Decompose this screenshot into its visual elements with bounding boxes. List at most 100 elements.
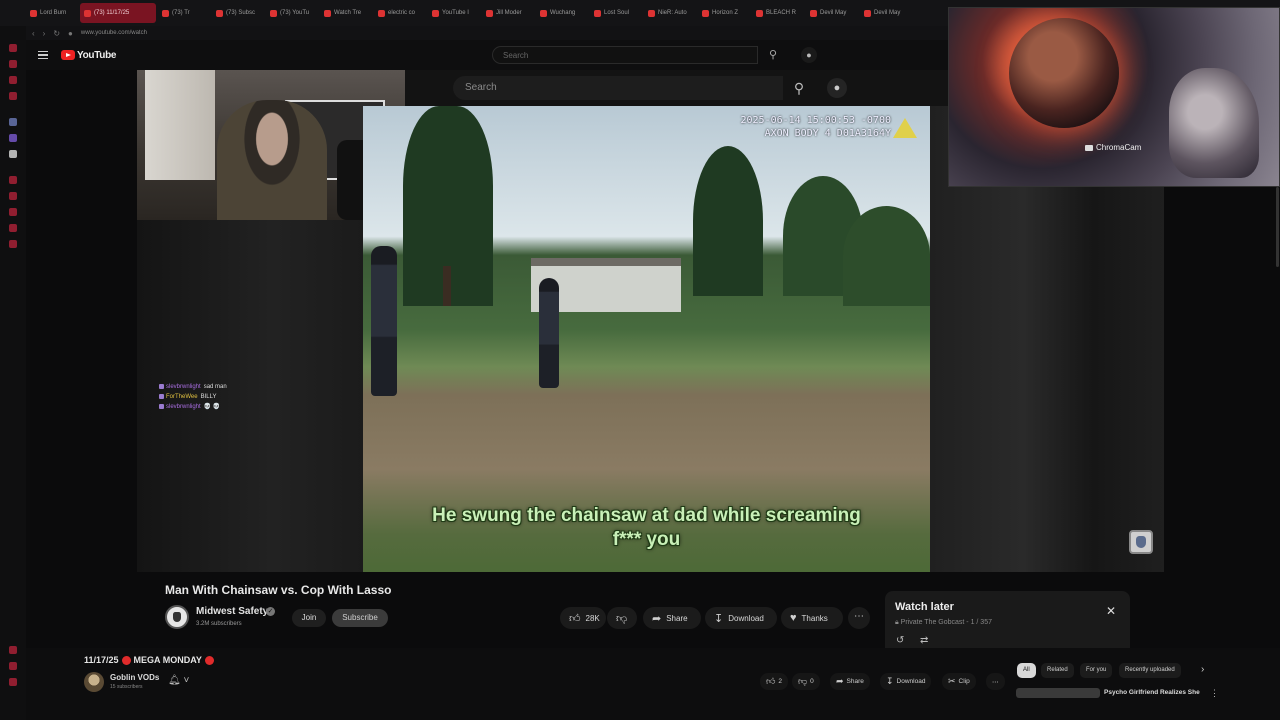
browser-tab[interactable]: Lord Burn [26, 3, 78, 23]
sidebar-app-icon[interactable] [9, 176, 17, 184]
browser-tab[interactable]: (73) Subsc [212, 3, 264, 23]
search-icon[interactable]: ⚲ [761, 46, 785, 64]
back-icon[interactable]: ‹ [32, 29, 35, 38]
tab-label: YouTube I [442, 10, 469, 16]
browser-tab[interactable]: Devil May [860, 3, 912, 23]
channel-watermark-icon[interactable] [1129, 530, 1153, 554]
streamer [217, 100, 327, 220]
loop-icon[interactable]: ↺ [896, 635, 904, 646]
sidebar-app-icon[interactable] [9, 240, 17, 248]
youtube-header: YouTube Search ⚲ ● [26, 40, 948, 70]
more-actions-icon[interactable]: ⋯ [848, 607, 870, 629]
channel-avatar[interactable] [165, 605, 189, 629]
video-player[interactable]: 2025-06-14 15:00:53 -0700 AXON BODY 4 D0… [363, 106, 930, 572]
forward-icon[interactable]: › [43, 29, 46, 38]
youtube-wordmark[interactable]: YouTube [77, 50, 117, 61]
chat-username: slevbrwnlight [166, 384, 201, 390]
youtube-logo-icon[interactable] [61, 50, 75, 60]
browser-tab[interactable]: (73) YouTu [266, 3, 318, 23]
sidebar-app-icon[interactable] [9, 44, 17, 52]
watch-later-title[interactable]: Watch later [895, 601, 954, 613]
subscribe-button[interactable]: Subscribe [332, 609, 388, 627]
microphone-icon[interactable]: ● [801, 47, 817, 63]
browser-tab[interactable]: YouTube I [428, 3, 480, 23]
sidebar-app-icon[interactable] [9, 224, 17, 232]
browser-tab[interactable]: Horizon Z [698, 3, 750, 23]
sidebar-app-icon[interactable] [9, 92, 17, 100]
chip-related[interactable]: Related [1041, 663, 1074, 678]
stream-channel-avatar[interactable] [84, 672, 104, 692]
dislike-button[interactable]: 👎︎ [607, 607, 637, 629]
browser-tab[interactable]: Watch Tre [320, 3, 372, 23]
bodycam-device-line: AXON BODY 4 D01A3164Y [764, 128, 891, 139]
stream-like-button[interactable]: 👍︎ 2 [760, 673, 789, 690]
browser-tab[interactable]: Wuchang [536, 3, 588, 23]
download-button[interactable]: ↧ Download [705, 607, 777, 629]
verified-icon: ✓ [266, 607, 275, 616]
like-button[interactable]: 👍︎ 28K [560, 607, 606, 629]
chat-badge-icon [159, 393, 164, 399]
browser-tab[interactable]: (73) 11/17/25 [80, 3, 156, 23]
reload-icon[interactable]: ↻ [53, 29, 60, 38]
stream-title: 11/17/25 MEGA MONDAY [84, 655, 214, 665]
sidebar-app-icon[interactable] [9, 646, 17, 654]
close-icon[interactable]: ✕ [1106, 604, 1116, 618]
address-bar[interactable]: ‹ › ↻ ● www.youtube.com/watch [26, 26, 948, 40]
microphone-icon[interactable]: ● [827, 78, 847, 98]
thanks-button[interactable]: ♥ Thanks [781, 607, 843, 629]
chip-all[interactable]: All [1017, 663, 1036, 678]
tab-label: NieR: Auto [658, 10, 687, 16]
tab-label: Devil May [820, 10, 847, 16]
tab-favicon-icon [84, 9, 91, 17]
sidebar-app-icon[interactable] [9, 662, 17, 670]
url-text[interactable]: www.youtube.com/watch [81, 30, 147, 36]
browser-tab[interactable]: Jill Moder [482, 3, 534, 23]
clip-button[interactable]: ✂ Clip [942, 673, 976, 690]
stream-dislike-button[interactable]: 👎︎ 0 [792, 673, 820, 690]
sidebar-app-icon[interactable] [9, 118, 17, 126]
browser-tab[interactable]: BLEACH R [752, 3, 804, 23]
sidebar-app-icon[interactable] [9, 134, 17, 142]
share-icon: ➦ [652, 612, 662, 625]
sidebar-app-icon[interactable] [9, 208, 17, 216]
search-input-overlay[interactable]: Search [453, 76, 783, 100]
browser-tab[interactable]: Devil May [806, 3, 858, 23]
chromacam-label: ChromaCam [1085, 143, 1141, 152]
lock-icon: ● [68, 28, 73, 38]
stream-download-button[interactable]: ↧ Download [880, 673, 932, 690]
share-icon: ➦ [836, 676, 844, 686]
browser-tab[interactable]: NieR: Auto [644, 3, 696, 23]
tab-label: electric co [388, 10, 416, 16]
chip-for-you[interactable]: For you [1080, 663, 1113, 678]
share-label: Share [666, 613, 688, 623]
join-button[interactable]: Join [292, 609, 326, 627]
tab-favicon-icon [810, 9, 817, 17]
hamburger-menu-icon[interactable] [38, 51, 48, 59]
thumbs-down-icon: 👎︎ [798, 676, 808, 686]
chevron-right-icon[interactable]: › [1201, 664, 1204, 675]
chip-recently-uploaded[interactable]: Recently uploaded [1119, 663, 1181, 678]
sidebar-app-icon[interactable] [9, 678, 17, 686]
stream-channel-name[interactable]: Goblin VODs [110, 673, 159, 682]
related-video-thumbnail[interactable] [1016, 688, 1100, 698]
sidebar-app-icon[interactable] [9, 76, 17, 84]
search-icon[interactable]: ⚲ [785, 76, 813, 100]
bell-icon[interactable]: 🔔︎ ˅ [168, 675, 189, 686]
stream-share-button[interactable]: ➦ Share [830, 673, 870, 690]
share-button[interactable]: ➦ Share [643, 607, 701, 629]
browser-tab[interactable]: Lost Soul [590, 3, 642, 23]
scrollbar[interactable] [1276, 187, 1279, 267]
sidebar-app-icon[interactable] [9, 192, 17, 200]
related-video-title[interactable]: Psycho Girlfriend Realizes She [1104, 689, 1200, 696]
browser-tab[interactable]: (73) Tr [158, 3, 210, 23]
browser-tab[interactable]: electric co [374, 3, 426, 23]
search-input[interactable]: Search [492, 46, 758, 64]
x-icon[interactable] [9, 150, 17, 158]
officer [371, 246, 397, 396]
shuffle-icon[interactable]: ⇄ [920, 635, 928, 646]
sidebar-app-icon[interactable] [9, 60, 17, 68]
related-more-icon[interactable]: ⋮ [1210, 688, 1219, 699]
watch-later-subtitle-text: Private The Gobcast - 1 / 357 [900, 619, 992, 626]
channel-name[interactable]: Midwest Safety [196, 606, 268, 617]
stream-more-icon[interactable]: ⋯ [986, 673, 1005, 690]
